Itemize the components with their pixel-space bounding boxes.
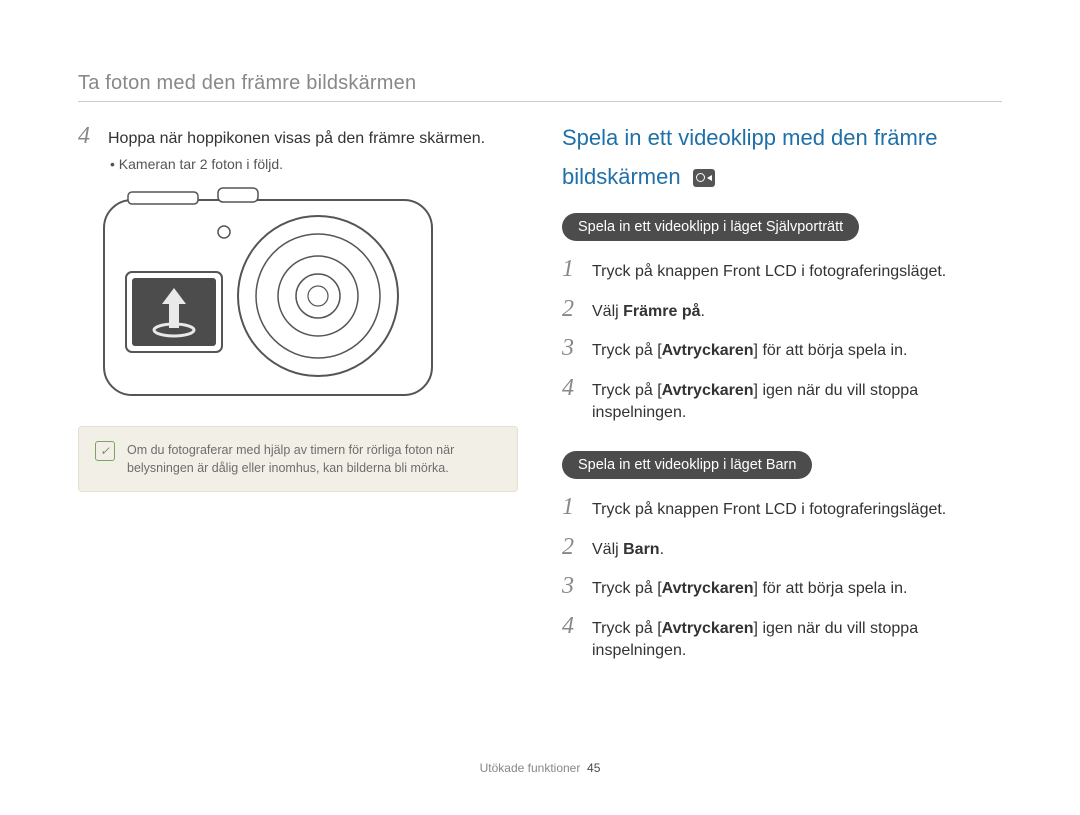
child-step-4: 4 Tryck på [Avtryckaren] igen när du vil… xyxy=(562,614,1002,661)
page-number: 45 xyxy=(587,761,600,775)
step-4: 4 Hoppa när hoppikonen visas på den främ… xyxy=(78,124,518,150)
step-number: 4 xyxy=(562,376,580,400)
pill-self-portrait: Spela in ett videoklipp i läget Självpor… xyxy=(562,213,859,241)
section-title: Spela in ett videoklipp med den främre b… xyxy=(562,124,1002,191)
self-step-2: 2 Välj Främre på. xyxy=(562,297,1002,323)
self-step-1: 1 Tryck på knappen Front LCD i fotografe… xyxy=(562,257,1002,283)
self-steps: 1 Tryck på knappen Front LCD i fotografe… xyxy=(562,257,1002,423)
step-text: Tryck på [Avtryckaren] igen när du vill … xyxy=(592,618,1002,661)
step-number: 2 xyxy=(562,297,580,321)
step-number: 2 xyxy=(562,535,580,559)
step-text: Tryck på knappen Front LCD i fotograferi… xyxy=(592,261,946,283)
section-title-line2: bildskärmen xyxy=(562,164,681,189)
note-icon: ✓ xyxy=(95,441,115,461)
self-step-4: 4 Tryck på [Avtryckaren] igen när du vil… xyxy=(562,376,1002,423)
step-number: 4 xyxy=(562,614,580,638)
child-step-1: 1 Tryck på knappen Front LCD i fotografe… xyxy=(562,495,1002,521)
footer-section: Utökade funktioner xyxy=(480,761,581,775)
step-text: Välj Barn. xyxy=(592,539,664,561)
step-text: Tryck på knappen Front LCD i fotograferi… xyxy=(592,499,946,521)
pill-child-mode: Spela in ett videoklipp i läget Barn xyxy=(562,451,812,479)
note-box: ✓ Om du fotograferar med hjälp av timern… xyxy=(78,426,518,492)
camera-illustration xyxy=(98,186,518,406)
two-column-layout: 4 Hoppa när hoppikonen visas på den främ… xyxy=(78,124,1002,751)
child-step-2: 2 Välj Barn. xyxy=(562,535,1002,561)
right-column: Spela in ett videoklipp med den främre b… xyxy=(562,124,1002,751)
page-footer: Utökade funktioner 45 xyxy=(78,751,1002,775)
manual-page: Ta foton med den främre bildskärmen 4 Ho… xyxy=(0,0,1080,815)
step-number: 1 xyxy=(562,495,580,519)
page-header: Ta foton med den främre bildskärmen xyxy=(78,72,1002,102)
child-step-3: 3 Tryck på [Avtryckaren] för att börja s… xyxy=(562,574,1002,600)
step-number: 4 xyxy=(78,124,96,148)
self-step-3: 3 Tryck på [Avtryckaren] för att börja s… xyxy=(562,336,1002,362)
child-steps: 1 Tryck på knappen Front LCD i fotografe… xyxy=(562,495,1002,661)
step-text: Hoppa när hoppikonen visas på den främre… xyxy=(108,128,485,150)
note-text: Om du fotograferar med hjälp av timern f… xyxy=(127,441,501,477)
step-text: Tryck på [Avtryckaren] igen när du vill … xyxy=(592,380,1002,423)
camera-svg xyxy=(98,186,438,401)
section-title-line1: Spela in ett videoklipp med den främre xyxy=(562,124,937,153)
step-number: 1 xyxy=(562,257,580,281)
step-number: 3 xyxy=(562,336,580,360)
left-column: 4 Hoppa när hoppikonen visas på den främ… xyxy=(78,124,518,751)
sub-bullet: Kameran tar 2 foton i följd. xyxy=(110,156,518,172)
step-text: Tryck på [Avtryckaren] för att börja spe… xyxy=(592,578,907,600)
step-number: 3 xyxy=(562,574,580,598)
video-mode-icon xyxy=(693,169,715,187)
step-text: Välj Främre på. xyxy=(592,301,705,323)
step-text: Tryck på [Avtryckaren] för att börja spe… xyxy=(592,340,907,362)
